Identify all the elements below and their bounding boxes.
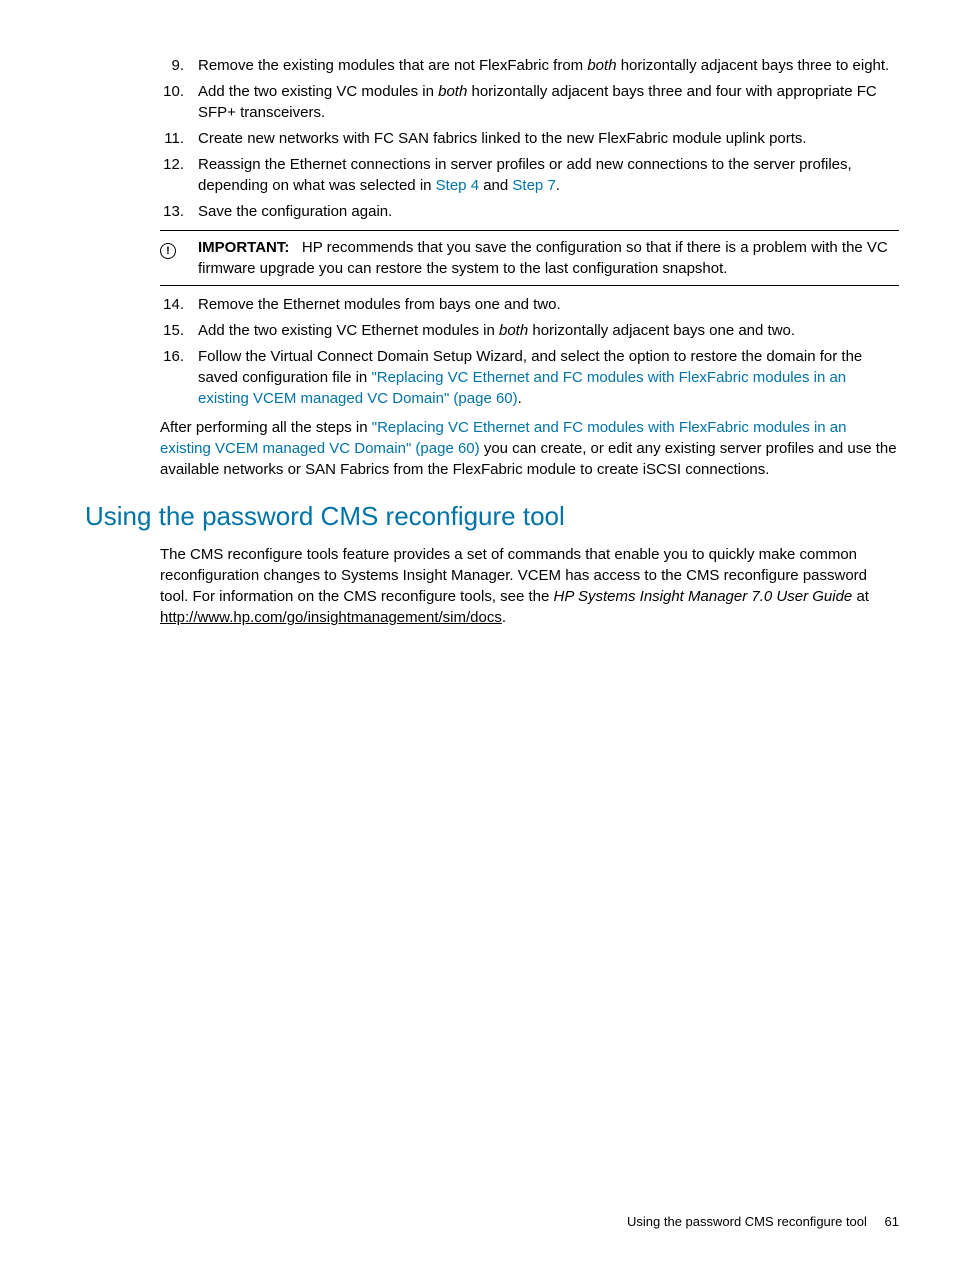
step-text: Remove the Ethernet modules from bays on… [198, 294, 899, 315]
divider [160, 230, 899, 231]
step-number: 16. [160, 346, 198, 409]
important-label: IMPORTANT: [198, 239, 289, 256]
step-text: Remove the existing modules that are not… [198, 55, 899, 76]
important-text: IMPORTANT: HP recommends that you save t… [198, 237, 899, 279]
step-11: 11. Create new networks with FC SAN fabr… [160, 128, 899, 149]
step-number: 14. [160, 294, 198, 315]
step-15: 15. Add the two existing VC Ethernet mod… [160, 320, 899, 341]
step-number: 11. [160, 128, 198, 149]
section-heading: Using the password CMS reconfigure tool [85, 498, 899, 534]
step-12: 12. Reassign the Ethernet connections in… [160, 154, 899, 196]
step-16: 16. Follow the Virtual Connect Domain Se… [160, 346, 899, 409]
step-text: Reassign the Ethernet connections in ser… [198, 154, 899, 196]
important-callout: ! IMPORTANT: HP recommends that you save… [160, 230, 899, 286]
step-13: 13. Save the configuration again. [160, 201, 899, 222]
step-9: 9. Remove the existing modules that are … [160, 55, 899, 76]
step-text: Add the two existing VC modules in both … [198, 81, 899, 123]
step-14: 14. Remove the Ethernet modules from bay… [160, 294, 899, 315]
important-icon: ! [160, 243, 176, 259]
step-number: 12. [160, 154, 198, 196]
after-steps-paragraph: After performing all the steps in "Repla… [160, 417, 899, 480]
step-text: Follow the Virtual Connect Domain Setup … [198, 346, 899, 409]
important-icon-cell: ! [160, 237, 198, 279]
steps-list-part1: 9. Remove the existing modules that are … [160, 55, 899, 222]
step7-link[interactable]: Step 7 [512, 177, 555, 194]
step-number: 13. [160, 201, 198, 222]
steps-list-part2: 14. Remove the Ethernet modules from bay… [160, 294, 899, 409]
step4-link[interactable]: Step 4 [436, 177, 479, 194]
document-page: 9. Remove the existing modules that are … [85, 55, 899, 628]
page-footer: Using the password CMS reconfigure tool … [627, 1213, 899, 1231]
step-10: 10. Add the two existing VC modules in b… [160, 81, 899, 123]
step-text: Save the configuration again. [198, 201, 899, 222]
step-number: 15. [160, 320, 198, 341]
divider [160, 285, 899, 286]
step-number: 9. [160, 55, 198, 76]
footer-text: Using the password CMS reconfigure tool [627, 1214, 867, 1229]
cms-paragraph: The CMS reconfigure tools feature provid… [160, 544, 899, 628]
step-number: 10. [160, 81, 198, 123]
page-number: 61 [885, 1214, 899, 1229]
docs-url-link[interactable]: http://www.hp.com/go/insightmanagement/s… [160, 609, 502, 626]
step-text: Add the two existing VC Ethernet modules… [198, 320, 899, 341]
step-text: Create new networks with FC SAN fabrics … [198, 128, 899, 149]
